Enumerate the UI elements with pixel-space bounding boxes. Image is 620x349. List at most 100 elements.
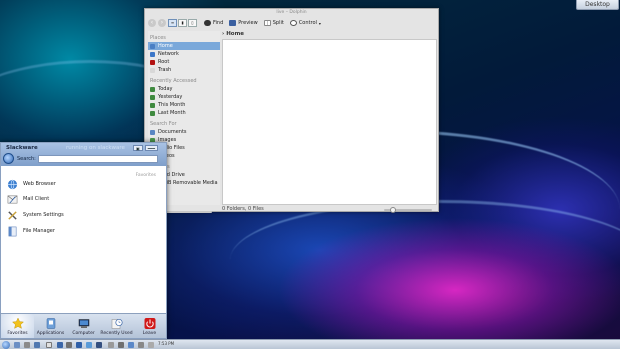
places-item-label: Root xyxy=(158,59,170,65)
taskbar: 7:53 PM xyxy=(0,339,620,349)
dolphin-window: live – Dolphin ‹ › ≡ ▮ ▯ Find Preview Sp… xyxy=(144,8,439,213)
chevron-down-icon: ▾ xyxy=(318,20,321,26)
place-icon xyxy=(150,110,155,116)
dolphin-toolbar: ‹ › ≡ ▮ ▯ Find Preview Split Control ▾ xyxy=(148,18,438,28)
control-icon xyxy=(289,20,297,26)
status-text: 0 Folders, 0 Files xyxy=(222,206,264,212)
place-icon xyxy=(150,43,155,49)
search-input[interactable] xyxy=(38,155,158,163)
back-arrow-icon[interactable]: ‹ xyxy=(148,19,156,27)
star-icon xyxy=(12,317,24,329)
split-button[interactable]: Split xyxy=(263,20,284,26)
control-button[interactable]: Control ▾ xyxy=(289,20,321,26)
favorite-label: File Manager xyxy=(23,228,55,234)
places-section-header: Recently Accessed xyxy=(150,78,197,84)
file-view[interactable] xyxy=(222,39,437,205)
preview-label: Preview xyxy=(238,20,258,26)
taskbar-app-icon[interactable] xyxy=(46,342,52,348)
clock-icon xyxy=(111,318,123,329)
tab-computer[interactable]: Computer xyxy=(67,314,100,338)
zoom-slider[interactable] xyxy=(384,207,432,213)
place-icon xyxy=(150,129,155,135)
tab-label: Leave xyxy=(142,331,157,336)
header-tag: ▣ xyxy=(132,145,143,151)
favorite-label: Web Browser xyxy=(23,181,56,187)
place-icon xyxy=(150,86,155,92)
tab-leave[interactable]: Leave xyxy=(133,314,166,338)
taskbar-app-icon[interactable] xyxy=(24,342,30,348)
forward-arrow-icon[interactable]: › xyxy=(158,19,166,27)
places-item[interactable]: Last Month xyxy=(148,109,220,117)
tab-favorites[interactable]: Favorites xyxy=(1,314,34,338)
favorite-label: System Settings xyxy=(23,212,64,218)
applications-icon xyxy=(46,318,56,329)
tab-applications[interactable]: Applications xyxy=(34,314,67,338)
favorite-file-manager[interactable]: File Manager xyxy=(7,225,55,237)
preview-icon xyxy=(229,20,237,26)
tab-recently-used[interactable]: Recently Used xyxy=(100,314,133,338)
taskbar-app-icon[interactable] xyxy=(108,342,114,348)
places-item[interactable]: Network xyxy=(148,50,220,58)
tab-label: Applications xyxy=(36,331,65,336)
places-item-label: Today xyxy=(158,86,173,92)
favorite-system-settings[interactable]: System Settings xyxy=(7,209,64,221)
favorite-web-browser[interactable]: Web Browser xyxy=(7,178,56,190)
taskbar-app-icon[interactable] xyxy=(57,342,63,348)
desktop-toolbox-button[interactable]: Desktop xyxy=(576,0,619,10)
places-item[interactable]: Home xyxy=(148,42,220,50)
binoculars-icon xyxy=(204,20,211,26)
tab-label: Computer xyxy=(72,331,95,336)
header-tags: ▣ ═══ xyxy=(131,145,158,151)
taskbar-clock[interactable]: 7:53 PM xyxy=(158,341,174,346)
places-item[interactable]: Yesterday xyxy=(148,93,220,101)
kickoff-menu: Slackware running on slackware ▣ ═══ Sea… xyxy=(0,142,167,339)
taskbar-app-icon[interactable] xyxy=(76,342,82,348)
taskbar-app-icon[interactable] xyxy=(128,342,134,348)
taskbar-app-icon[interactable] xyxy=(14,342,20,348)
place-icon xyxy=(150,94,155,100)
places-item-label: Yesterday xyxy=(158,94,183,100)
preview-button[interactable]: Preview xyxy=(229,20,258,26)
favorite-label: Mail Client xyxy=(23,196,50,202)
split-label: Split xyxy=(272,20,284,26)
places-item-label: Home xyxy=(158,43,173,49)
taskbar-app-icon[interactable] xyxy=(66,342,72,348)
places-item[interactable]: Root xyxy=(148,58,220,66)
control-label: Control xyxy=(298,20,317,26)
places-item[interactable]: Documents xyxy=(148,128,220,136)
taskbar-app-icon[interactable] xyxy=(34,342,40,348)
places-item[interactable]: Today xyxy=(148,85,220,93)
view-mode-details[interactable]: ▮ xyxy=(178,19,187,27)
tab-label: Recently Used xyxy=(100,331,133,336)
favorite-mail-client[interactable]: Mail Client xyxy=(7,193,49,205)
status-bar: 0 Folders, 0 Files xyxy=(222,206,437,213)
find-button[interactable]: Find xyxy=(204,20,223,26)
view-mode-columns[interactable]: ▯ xyxy=(188,19,197,27)
zoom-slider-handle[interactable] xyxy=(389,207,396,213)
taskbar-app-icon[interactable] xyxy=(148,342,154,348)
places-item-label: Trash xyxy=(158,67,172,73)
search-label: Search: xyxy=(17,156,36,162)
places-item-label: Network xyxy=(158,51,179,57)
kickoff-launcher-icon[interactable] xyxy=(2,341,10,349)
places-item-label: Documents xyxy=(158,129,187,135)
header-tag: ═══ xyxy=(144,145,158,151)
breadcrumb[interactable]: › Home xyxy=(222,31,244,37)
places-item[interactable]: This Month xyxy=(148,101,220,109)
power-icon xyxy=(144,318,156,329)
places-item[interactable]: Trash xyxy=(148,66,220,74)
view-mode-icons[interactable]: ≡ xyxy=(168,19,177,27)
taskbar-app-icon[interactable] xyxy=(138,342,144,348)
taskbar-app-icon[interactable] xyxy=(118,342,124,348)
place-icon xyxy=(150,51,155,57)
place-icon xyxy=(150,102,155,108)
favorites-header: Favorites xyxy=(135,173,156,178)
taskbar-app-icon[interactable] xyxy=(86,342,92,348)
taskbar-app-icon[interactable] xyxy=(96,342,102,348)
computer-icon xyxy=(78,319,90,328)
kickoff-user: Slackware xyxy=(6,145,38,151)
places-section-header: Search For xyxy=(150,121,177,127)
places-section-header: Places xyxy=(150,35,166,41)
kickoff-header: Slackware running on slackware ▣ ═══ Sea… xyxy=(1,143,166,166)
breadcrumb-home[interactable]: Home xyxy=(226,31,244,37)
